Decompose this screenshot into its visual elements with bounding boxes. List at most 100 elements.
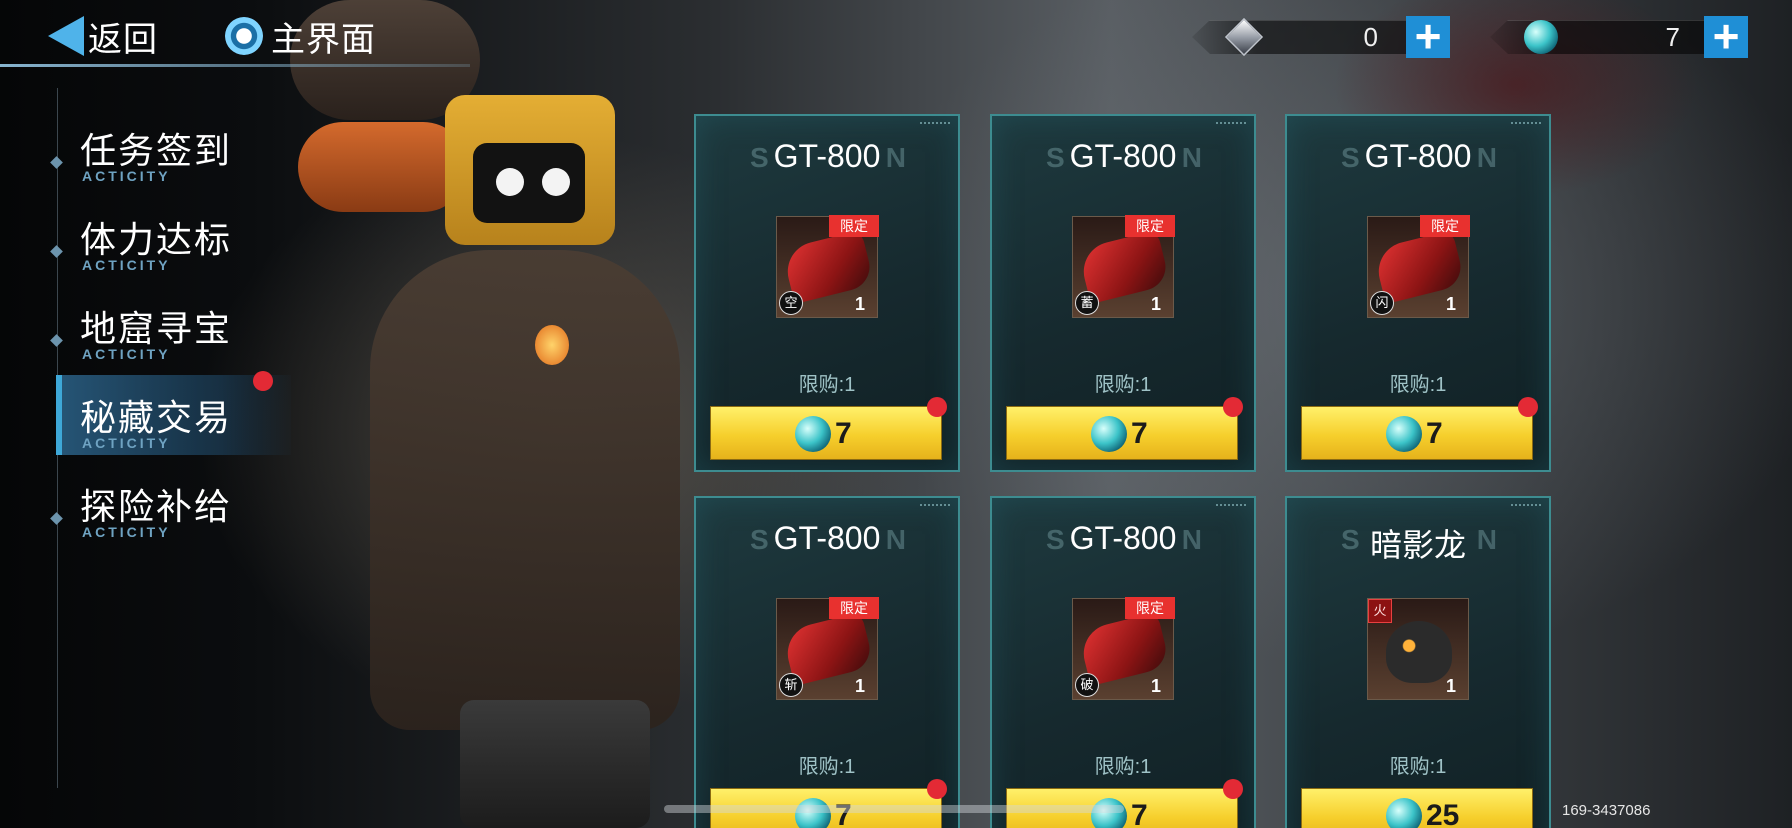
shop-card[interactable]: S N 暗影龙 火 1 限购:1 25 (1285, 496, 1551, 828)
item-slot[interactable]: 火 1 (1367, 598, 1469, 700)
limited-tag: 限定 (829, 215, 879, 237)
card-corner-decoration (1511, 504, 1541, 507)
orb-amount: 7 (1665, 22, 1680, 52)
orb-icon (1091, 416, 1127, 452)
menu-item-task-checkin[interactable]: 任务签到 ACTICITY (50, 108, 291, 188)
card-item-name: GT-800 (1069, 138, 1177, 174)
add-diamond-button[interactable]: + (1406, 13, 1450, 59)
orb-icon (1091, 798, 1127, 828)
item-quantity: 1 (1445, 294, 1456, 314)
menu-item-subtitle: ACTICITY (82, 168, 171, 184)
item-slot[interactable]: 限定 斩 1 (776, 597, 879, 700)
item-slot[interactable]: 限定 空 1 (776, 215, 879, 318)
menu-item-subtitle: ACTICITY (82, 435, 171, 451)
notification-dot-icon (1223, 397, 1243, 417)
buy-button[interactable]: 7 (1301, 397, 1538, 460)
back-label: 返回 (88, 20, 158, 59)
item-slot[interactable]: 限定 蓄 1 (1072, 215, 1175, 318)
shadow-dragon-icon (1386, 621, 1452, 683)
card-item-name: GT-800 (1069, 520, 1177, 556)
notification-dot-icon (1518, 397, 1538, 417)
limited-tag: 限定 (829, 597, 879, 619)
element-badge: 闪 (1370, 291, 1394, 315)
limited-tag: 限定 (1420, 215, 1470, 237)
buy-button[interactable]: 7 (710, 397, 947, 460)
menu-item-title: 体力达标 (80, 219, 233, 260)
orb-currency: 7 + (1490, 13, 1750, 59)
purchase-limit: 限购:1 (1389, 756, 1447, 778)
menu-item-expedition-supply[interactable]: 探险补给 ACTICITY (50, 464, 291, 544)
purchase-limit: 限购:1 (798, 756, 856, 778)
limited-tag: 限定 (1125, 215, 1175, 237)
item-slot[interactable]: 限定 闪 1 (1367, 215, 1470, 318)
orb-icon (1524, 20, 1558, 54)
orb-icon (795, 798, 831, 828)
menu-active-indicator (56, 375, 62, 455)
element-badge: 斩 (779, 673, 803, 697)
price: 7 (835, 799, 852, 828)
shop-card[interactable]: S N GT-800 限定 斩 1 限购:1 7 (694, 496, 960, 828)
card-corner-decoration (920, 122, 950, 125)
notification-dot-icon (927, 779, 947, 799)
element-badge: 蓄 (1075, 291, 1099, 315)
buy-button[interactable]: 7 (1006, 397, 1243, 460)
buy-button[interactable]: 25 (1301, 788, 1533, 828)
home-label: 主界面 (271, 20, 376, 59)
price: 7 (1426, 417, 1443, 450)
home-button[interactable]: 主界面 (225, 10, 376, 62)
diamond-currency: 0 + (1192, 13, 1452, 59)
orb-icon (1386, 798, 1422, 828)
purchase-limit: 限购:1 (798, 374, 856, 396)
activity-menu: 任务签到 ACTICITY 体力达标 ACTICITY 地窟寻宝 ACTICIT… (0, 88, 300, 788)
menu-item-subtitle: ACTICITY (82, 346, 171, 362)
item-slot[interactable]: 限定 破 1 (1072, 597, 1175, 700)
top-nav-underline (0, 64, 470, 67)
merchant-robot-illustration (250, 0, 770, 828)
account-id: 169-3437086 (1562, 802, 1651, 819)
add-orb-button[interactable]: + (1704, 13, 1748, 59)
menu-item-title: 任务签到 (80, 130, 233, 171)
card-corner-decoration (1216, 122, 1246, 125)
home-orb-icon (225, 17, 263, 55)
shop-card[interactable]: S N GT-800 限定 破 1 限购:1 7 (990, 496, 1256, 828)
home-indicator-bar[interactable] (664, 805, 1124, 813)
menu-bullet-icon (50, 245, 63, 258)
menu-bullet-icon (50, 512, 63, 525)
orb-icon (1386, 416, 1422, 452)
price: 7 (835, 417, 852, 450)
item-quantity: 1 (854, 294, 865, 314)
notification-dot-icon (1223, 779, 1243, 799)
shop-card[interactable]: S N GT-800 限定 闪 1 限购:1 7 (1285, 114, 1551, 472)
orb-icon (795, 416, 831, 452)
item-quantity: 1 (1150, 676, 1161, 696)
notification-dot-icon (927, 397, 947, 417)
coat (370, 250, 680, 730)
purchase-limit: 限购:1 (1389, 374, 1447, 396)
menu-bullet-icon (50, 334, 63, 347)
robot-eye-left (496, 168, 524, 196)
shop-card[interactable]: S N GT-800 限定 蓄 1 限购:1 7 (990, 114, 1256, 472)
element-badge: 破 (1075, 673, 1099, 697)
robot-legs (460, 700, 650, 828)
orange-tank (298, 122, 468, 212)
price: 7 (1131, 799, 1148, 828)
purchase-limit: 限购:1 (1094, 374, 1152, 396)
notification-dot-icon (253, 371, 273, 391)
menu-bullet-icon (50, 156, 63, 169)
menu-item-title: 地窟寻宝 (80, 308, 233, 349)
diamond-amount: 0 (1363, 22, 1378, 52)
menu-item-cave-treasure[interactable]: 地窟寻宝 ACTICITY (50, 286, 291, 366)
back-button[interactable]: 返回 (48, 10, 158, 62)
shop-card[interactable]: S N GT-800 限定 空 1 限购:1 7 (694, 114, 960, 472)
card-corner-decoration (920, 504, 950, 507)
back-arrow-icon (48, 16, 84, 56)
element-badge: 空 (779, 291, 803, 315)
menu-item-secret-trade[interactable]: 秘藏交易 ACTICITY (56, 371, 291, 455)
robot-eye-right (542, 168, 570, 196)
card-item-name: 暗影龙 (1369, 527, 1466, 563)
menu-item-stamina-goal[interactable]: 体力达标 ACTICITY (50, 197, 291, 277)
card-corner-decoration (1216, 504, 1246, 507)
card-item-name: GT-800 (773, 138, 881, 174)
purchase-limit: 限购:1 (1094, 756, 1152, 778)
price: 7 (1131, 417, 1148, 450)
